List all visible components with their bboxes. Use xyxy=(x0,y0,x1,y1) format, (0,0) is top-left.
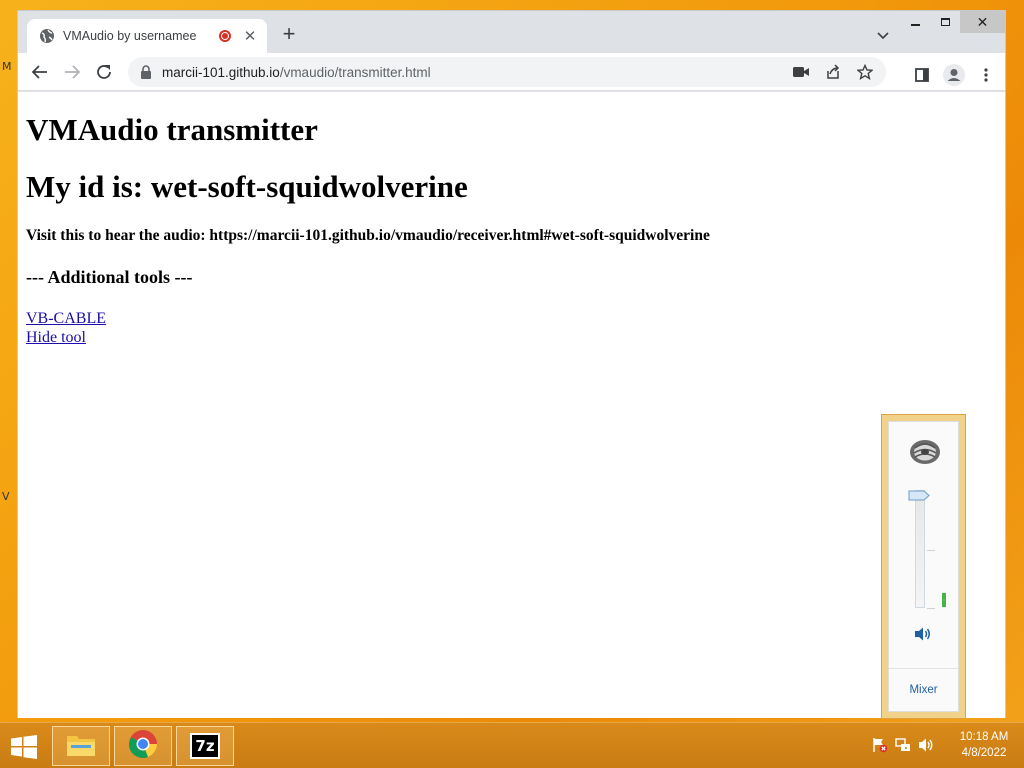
maximize-icon xyxy=(940,18,950,26)
chrome-icon xyxy=(128,729,158,764)
page-title: VMAudio transmitter xyxy=(26,112,318,147)
camera-icon[interactable] xyxy=(792,64,810,80)
star-icon[interactable] xyxy=(856,64,874,80)
side-panel-icon[interactable] xyxy=(913,67,931,83)
tools-links: VB-CABLE Hide tool xyxy=(26,309,997,347)
taskbar-file-explorer-button[interactable] xyxy=(52,726,110,766)
volume-flyout: Mixer xyxy=(881,414,966,719)
flyout-divider xyxy=(889,668,958,669)
tab-close-icon[interactable]: ✕ xyxy=(243,27,257,45)
clock-time: 10:18 AM xyxy=(959,731,1009,743)
slider-tick xyxy=(927,550,935,551)
volume-slider-thumb[interactable] xyxy=(908,488,930,501)
tab-strip: VMAudio by usernamee ✕ + ✕ xyxy=(18,11,1005,53)
window-close-button[interactable]: ✕ xyxy=(960,11,1005,33)
maximize-button[interactable] xyxy=(930,11,960,33)
menu-icon[interactable] xyxy=(977,67,995,83)
mixer-link[interactable]: Mixer xyxy=(889,684,958,696)
back-arrow-icon[interactable] xyxy=(30,62,50,82)
browser-tab[interactable]: VMAudio by usernamee ✕ xyxy=(27,19,267,53)
hide-tool-link[interactable]: Hide tool xyxy=(26,328,86,347)
desktop-icon-label-fragment: M xyxy=(2,60,12,73)
windows-start-icon[interactable] xyxy=(10,735,38,759)
taskbar-7zip-button[interactable]: 7z xyxy=(176,726,234,766)
taskbar-chrome-button[interactable] xyxy=(114,726,172,766)
7zip-label: 7z xyxy=(195,737,215,755)
speaker-mute-toggle-icon[interactable] xyxy=(914,626,932,642)
receiver-url-text: Visit this to hear the audio: https://ma… xyxy=(26,227,710,245)
url-host: marcii-101.github.io xyxy=(162,64,280,80)
folder-icon xyxy=(65,730,97,763)
lock-icon[interactable] xyxy=(140,65,152,79)
minimize-icon xyxy=(910,24,920,26)
desktop-icon-label-fragment: V xyxy=(2,490,10,503)
forward-arrow-icon[interactable] xyxy=(62,62,82,82)
vb-cable-link[interactable]: VB-CABLE xyxy=(26,309,106,328)
signal-level-meter xyxy=(942,592,946,607)
tab-search-chevron-icon[interactable] xyxy=(875,27,891,43)
share-icon[interactable] xyxy=(824,64,842,80)
new-tab-button[interactable]: + xyxy=(277,23,301,47)
taskbar: 7z 10:18 AM 4/8/2022 xyxy=(0,722,1024,768)
globe-icon xyxy=(39,28,55,44)
id-heading: My id is: wet-soft-squidwolverine xyxy=(26,169,468,205)
page-content: VMAudio transmitter My id is: wet-soft-s… xyxy=(18,92,1005,718)
minimize-button[interactable] xyxy=(900,11,930,33)
address-bar[interactable]: marcii-101.github.io/vmaudio/transmitter… xyxy=(128,57,886,87)
action-center-flag-icon[interactable] xyxy=(872,737,888,753)
volume-tray-icon[interactable] xyxy=(918,737,934,753)
recording-indicator-icon xyxy=(219,30,231,42)
volume-slider-track[interactable] xyxy=(915,490,946,608)
system-tray xyxy=(872,737,934,753)
browser-window: VMAudio by usernamee ✕ + ✕ marcii-101.gi… xyxy=(17,10,1006,718)
tools-heading: --- Additional tools --- xyxy=(26,267,193,288)
browser-toolbar: marcii-101.github.io/vmaudio/transmitter… xyxy=(18,53,1005,91)
taskbar-clock[interactable]: 10:18 AM 4/8/2022 xyxy=(952,729,1016,761)
slider-tick xyxy=(927,608,935,609)
reload-icon[interactable] xyxy=(94,62,114,82)
7zip-icon: 7z xyxy=(190,733,220,759)
clock-date: 4/8/2022 xyxy=(961,747,1007,759)
network-icon[interactable] xyxy=(895,737,911,753)
url-path: /vmaudio/transmitter.html xyxy=(279,64,431,80)
speaker-device-icon[interactable] xyxy=(907,436,943,468)
profile-icon[interactable] xyxy=(943,64,965,86)
tab-title: VMAudio by usernamee xyxy=(63,29,197,43)
